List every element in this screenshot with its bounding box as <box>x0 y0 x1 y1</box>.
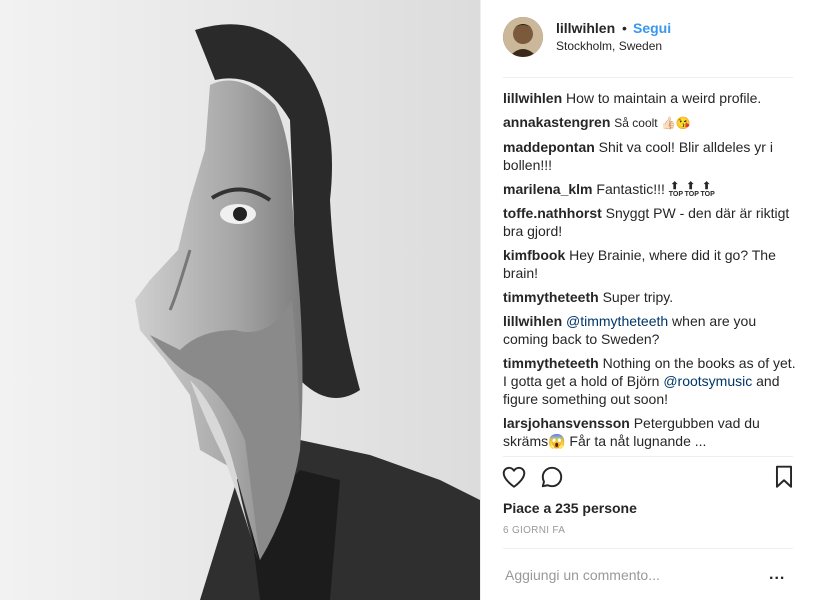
comment-user[interactable]: maddepontan <box>503 139 595 155</box>
save-button[interactable] <box>771 464 797 490</box>
comment: lillwihlen How to maintain a weird profi… <box>503 89 799 107</box>
add-comment-input[interactable] <box>503 565 777 585</box>
top-arrow-icon: ⬆ TOP <box>700 181 715 199</box>
top-arrow-icon: ⬆ TOP <box>668 181 684 199</box>
instagram-post: lillwihlen • Segui Stockholm, Sweden lil… <box>0 0 815 600</box>
heart-icon <box>502 466 526 488</box>
comment-user[interactable]: marilena_klm <box>503 181 593 197</box>
author-username[interactable]: lillwihlen <box>556 20 615 36</box>
comment: lillwihlen @timmytheteeth when are you c… <box>503 312 799 348</box>
avatar-image <box>503 17 543 57</box>
comment: maddepontan Shit va cool! Blir alldeles … <box>503 138 799 174</box>
comment-user[interactable]: larsjohansvensson <box>503 415 630 431</box>
comments-divider <box>503 456 793 457</box>
post-sidebar: lillwihlen • Segui Stockholm, Sweden lil… <box>480 0 815 600</box>
top-arrow-icon: ⬆ TOP <box>684 181 699 199</box>
comment-text: Så coolt 👍🏻😘 <box>614 116 691 130</box>
comment-text: Fantastic!!! <box>596 181 669 197</box>
more-options-button[interactable]: ... <box>769 566 785 584</box>
comment-user[interactable]: lillwihlen <box>503 90 562 106</box>
comment: kimfbook Hey Brainie, where did it go? T… <box>503 246 799 282</box>
post-timestamp[interactable]: 6 GIORNI FA <box>503 525 565 536</box>
comments-list[interactable]: lillwihlen How to maintain a weird profi… <box>503 89 799 455</box>
author-avatar[interactable] <box>503 17 543 57</box>
comment-text: How to maintain a weird profile. <box>566 90 762 106</box>
header-divider <box>503 77 793 78</box>
comment-user[interactable]: timmytheteeth <box>503 355 599 371</box>
post-location[interactable]: Stockholm, Sweden <box>556 39 662 53</box>
like-button[interactable] <box>501 464 527 490</box>
comment-button[interactable] <box>539 464 565 490</box>
profile-photo <box>0 0 480 600</box>
post-header: lillwihlen • Segui Stockholm, Sweden <box>481 0 815 77</box>
comment: toffe.nathhorst Snyggt PW - den där är r… <box>503 204 799 240</box>
comment-user[interactable]: kimfbook <box>503 247 565 263</box>
comment: timmytheteeth Nothing on the books as of… <box>503 354 799 408</box>
mention-link[interactable]: @timmytheteeth <box>566 313 668 329</box>
mention-link[interactable]: @rootsymusic <box>663 373 752 389</box>
bookmark-icon <box>775 465 793 488</box>
comment-icon <box>541 466 563 488</box>
comment: annakastengren Så coolt 👍🏻😘 <box>503 113 799 132</box>
comment: larsjohansvensson Petergubben vad du skr… <box>503 414 799 450</box>
comment: timmytheteeth Super tripy. <box>503 288 799 306</box>
footer-divider <box>503 548 793 549</box>
post-photo[interactable] <box>0 0 480 600</box>
likes-count[interactable]: Piace a 235 persone <box>503 500 637 516</box>
comment: marilena_klm Fantastic!!! ⬆ TOP ⬆ TOP ⬆ TOP <box>503 180 799 198</box>
action-bar <box>501 464 796 494</box>
comment-user[interactable]: lillwihlen <box>503 313 562 329</box>
comment-user[interactable]: toffe.nathhorst <box>503 205 602 221</box>
comment-text: Super tripy. <box>602 289 674 306</box>
separator-dot: • <box>622 20 627 36</box>
comment-user[interactable]: annakastengren <box>503 114 610 130</box>
follow-button[interactable]: Segui <box>633 20 671 36</box>
comment-user[interactable]: timmytheteeth <box>503 289 599 305</box>
